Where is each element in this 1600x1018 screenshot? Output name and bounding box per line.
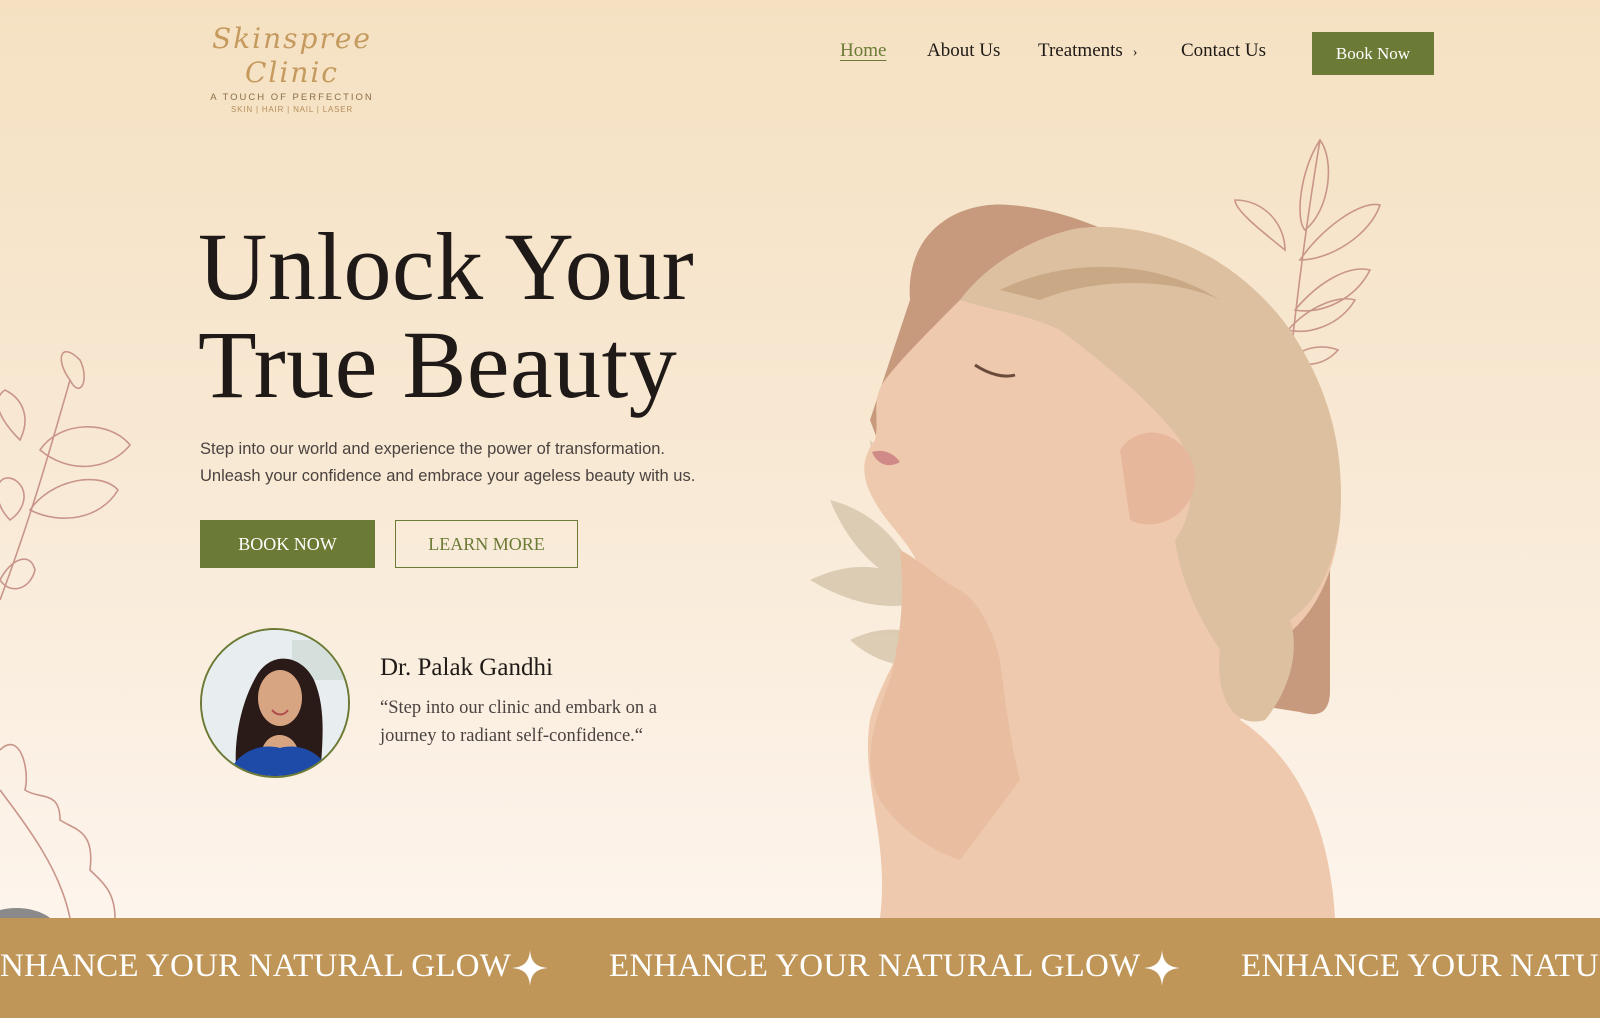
doctor-quote-line1: “Step into our clinic and embark on a: [380, 698, 657, 718]
hero-learn-more-button[interactable]: LEARN MORE: [395, 520, 578, 568]
doctor-quote: “Step into our clinic and embark on a jo…: [380, 694, 720, 750]
header-book-now-button[interactable]: Book Now: [1312, 32, 1434, 75]
nav-about-link[interactable]: About Us: [927, 40, 1000, 62]
logo-tagline: A TOUCH OF PERFECTION: [210, 92, 374, 103]
hero-title: Unlock Your True Beauty: [198, 218, 758, 414]
marquee-text: ENHANCE YOUR NATURA: [1241, 948, 1600, 984]
marquee-text: NHANCE YOUR NATURAL GLOW: [0, 948, 512, 984]
sparkle-star-icon: [1144, 950, 1180, 986]
doctor-photo-illustration: [202, 630, 348, 776]
hero-subtitle: Step into our world and experience the p…: [200, 436, 740, 490]
sparkle-star-icon: [512, 950, 548, 986]
hero-subtitle-line2: Unleash your confidence and embrace your…: [200, 467, 696, 485]
palm-leaf-shadow-icon: [810, 440, 955, 667]
decorative-blob: [870, 204, 1330, 715]
nav-contact-link[interactable]: Contact Us: [1181, 40, 1266, 62]
doctor-name: Dr. Palak Gandhi: [380, 654, 553, 681]
marquee-banner: NHANCE YOUR NATURAL GLOW ENHANCE YOUR NA…: [0, 918, 1600, 1018]
hero-title-line1: Unlock Your: [198, 213, 695, 320]
right-leaf-illustration-icon: [1234, 138, 1382, 461]
hero-book-now-button[interactable]: BOOK NOW: [200, 520, 375, 568]
hero-subtitle-line1: Step into our world and experience the p…: [200, 440, 666, 458]
nav-treatments-label: Treatments: [1038, 40, 1123, 61]
model-portrait-illustration: [864, 226, 1341, 918]
doctor-quote-line2: journey to radiant self-confidence.“: [380, 726, 643, 746]
marquee-text: ENHANCE YOUR NATURAL GLOW: [609, 948, 1141, 984]
logo-services: SKIN | HAIR | NAIL | LASER: [231, 105, 353, 114]
nav-treatments-link[interactable]: Treatments ›: [1038, 40, 1137, 62]
doctor-avatar: [200, 628, 350, 778]
hero-title-line2: True Beauty: [198, 311, 678, 418]
chevron-right-icon: ›: [1132, 45, 1138, 60]
left-leaf-illustration-icon: [0, 351, 132, 918]
nav-home-link[interactable]: Home: [840, 40, 886, 62]
clinic-logo[interactable]: Skinspree Clinic A TOUCH OF PERFECTION S…: [166, 22, 418, 114]
